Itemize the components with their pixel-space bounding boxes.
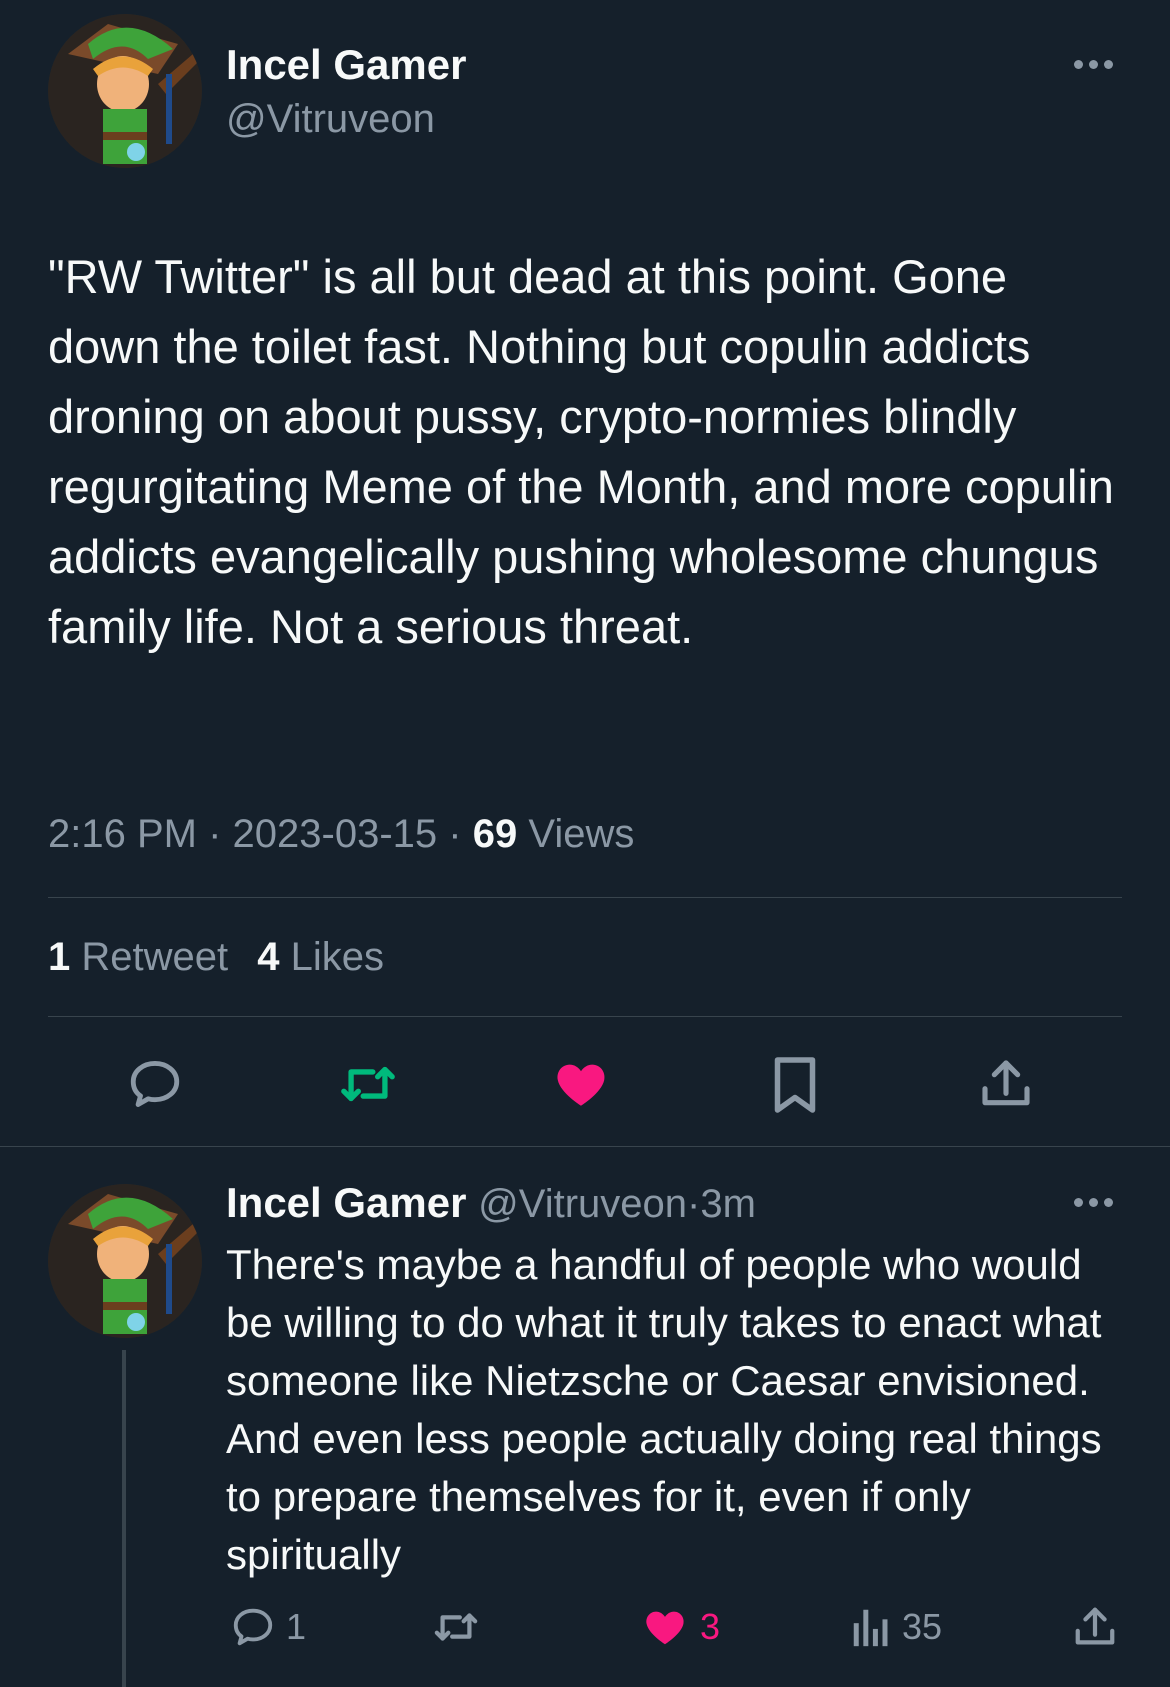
avatar[interactable]	[48, 14, 202, 168]
reply-like-button[interactable]: 3	[640, 1604, 720, 1650]
view-count: 35	[902, 1606, 943, 1647]
divider	[0, 1146, 1170, 1147]
reply-icon	[130, 1061, 180, 1107]
reply-share-button[interactable]	[1072, 1604, 1118, 1650]
views-icon	[853, 1609, 888, 1647]
divider	[48, 897, 1122, 898]
reply-handle[interactable]: @Vitruveon	[478, 1182, 687, 1226]
more-options-icon[interactable]	[1074, 60, 1113, 69]
likes-count: 4	[257, 935, 280, 979]
tweet-text: "RW Twitter" is all but dead at this poi…	[48, 250, 1114, 653]
reply-views-button[interactable]: 35	[850, 1604, 942, 1650]
meta-separator: ·	[208, 812, 222, 856]
reply-reply-button[interactable]: 1	[230, 1604, 306, 1650]
reply-separator: ·	[687, 1182, 701, 1226]
retweet-button[interactable]	[336, 1055, 400, 1113]
retweets-stat[interactable]: 1 Retweet	[48, 935, 239, 979]
divider	[48, 1016, 1122, 1017]
likes-stat[interactable]: 4 Likes	[257, 935, 384, 979]
share-icon	[1075, 1607, 1115, 1645]
reply-header: Incel Gamer @Vitruveon·3m	[226, 1178, 756, 1229]
tweet-time[interactable]: 2:16 PM	[48, 812, 197, 856]
like-icon	[557, 1064, 605, 1106]
reply-icon	[233, 1608, 273, 1646]
tweet-stats: 1 Retweet 4 Likes	[48, 932, 384, 982]
views-label: Views	[528, 812, 635, 856]
tweet-meta: 2:16 PM · 2023-03-15 · 69 Views	[48, 806, 634, 862]
retweet-icon	[434, 1613, 478, 1641]
reply-count: 1	[286, 1606, 307, 1647]
reply-age[interactable]: 3m	[700, 1182, 756, 1226]
like-count: 3	[700, 1606, 721, 1647]
bookmark-icon	[774, 1057, 816, 1113]
handle[interactable]: @Vitruveon	[226, 95, 435, 143]
like-icon	[646, 1611, 684, 1645]
tweet-date[interactable]: 2023-03-15	[233, 812, 438, 856]
views-count: 69	[472, 812, 518, 856]
like-button[interactable]	[550, 1055, 612, 1113]
likes-label: Likes	[290, 935, 385, 979]
display-name[interactable]: Incel Gamer	[226, 40, 466, 90]
meta-separator: ·	[448, 812, 462, 856]
share-button[interactable]	[978, 1055, 1034, 1113]
reply-retweet-button[interactable]	[430, 1604, 492, 1650]
retweets-label: Retweet	[81, 935, 229, 979]
share-icon	[982, 1060, 1030, 1106]
reply-avatar[interactable]	[48, 1184, 202, 1338]
thread-line	[122, 1350, 126, 1687]
reply-display-name[interactable]: Incel Gamer	[226, 1179, 466, 1226]
reply-text: There's maybe a handful of people who wo…	[226, 1241, 1102, 1578]
retweet-icon	[341, 1066, 395, 1102]
bookmark-button[interactable]	[770, 1055, 820, 1115]
reply-button[interactable]	[126, 1055, 184, 1113]
retweets-count: 1	[48, 935, 71, 979]
reply-more-options-icon[interactable]	[1074, 1198, 1113, 1207]
